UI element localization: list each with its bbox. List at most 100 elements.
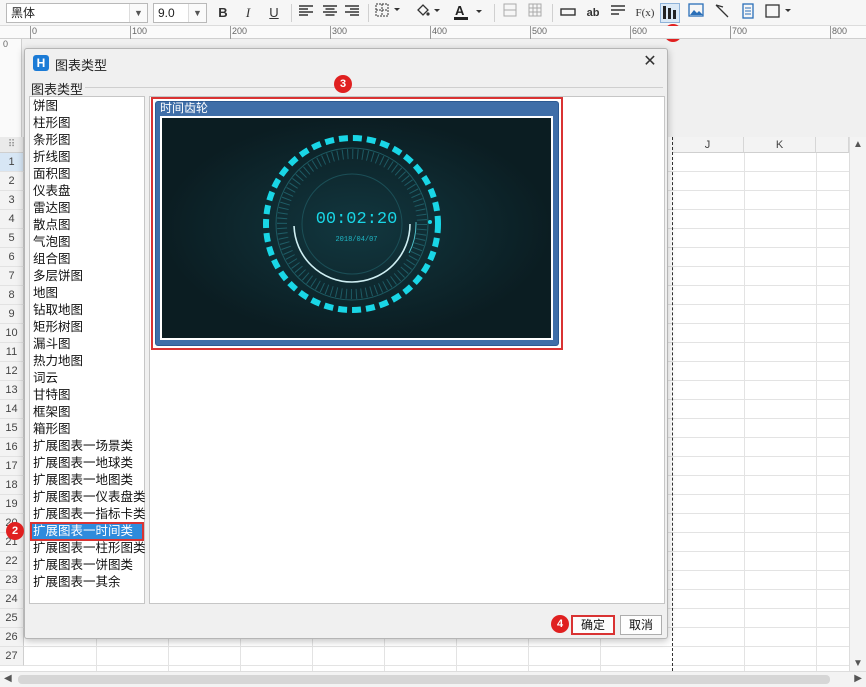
row-header[interactable]: 16 <box>0 438 24 457</box>
row-header[interactable]: 2 <box>0 172 24 191</box>
align-center-icon[interactable] <box>320 3 340 23</box>
scroll-left-icon[interactable]: ◀ <box>4 673 12 684</box>
row-header[interactable]: 15 <box>0 419 24 438</box>
list-item[interactable]: 多层饼图 <box>31 268 143 285</box>
row-header[interactable]: 9 <box>0 305 24 324</box>
merge-cells-icon[interactable] <box>500 3 520 23</box>
column-header-j[interactable]: J <box>672 137 744 153</box>
row-header[interactable]: 7 <box>0 267 24 286</box>
list-item[interactable]: 柱形图 <box>31 115 143 132</box>
row-header[interactable]: 18 <box>0 476 24 495</box>
grid-line <box>816 153 817 671</box>
font-color-icon[interactable]: A <box>452 3 486 23</box>
font-size-select[interactable]: 9.0 ▼ <box>153 3 207 23</box>
row-header[interactable]: 23 <box>0 571 24 590</box>
bold-button[interactable]: B <box>213 3 233 23</box>
list-item[interactable]: 雷达图 <box>31 200 143 217</box>
align-right-icon[interactable] <box>342 3 362 23</box>
ruler-tick <box>630 26 631 39</box>
row-header[interactable]: 19 <box>0 495 24 514</box>
row-header[interactable]: 27 <box>0 647 24 666</box>
formula-button[interactable]: F(x) <box>633 3 657 23</box>
row-header[interactable]: 13 <box>0 381 24 400</box>
text-style-button[interactable]: ab <box>583 3 603 23</box>
row-header[interactable]: 6 <box>0 248 24 267</box>
align-left-icon[interactable] <box>296 3 316 23</box>
row-header[interactable]: 11 <box>0 343 24 362</box>
ruler-tick <box>730 26 731 39</box>
list-item[interactable]: 地图 <box>31 285 143 302</box>
slash-line-icon[interactable] <box>712 3 732 23</box>
insert-subreport-icon[interactable] <box>738 3 758 23</box>
list-item[interactable]: 气泡图 <box>31 234 143 251</box>
italic-button[interactable]: I <box>238 3 258 23</box>
list-item[interactable]: 扩展图表一场景类 <box>31 438 143 455</box>
list-item[interactable]: 仪表盘 <box>31 183 143 200</box>
list-item-selected[interactable]: 扩展图表一时间类 <box>30 522 144 541</box>
list-item[interactable]: 扩展图表一指标卡类 <box>31 506 146 523</box>
list-item[interactable]: 热力地图 <box>31 353 143 370</box>
list-item[interactable]: 箱形图 <box>31 421 143 438</box>
scroll-thumb[interactable] <box>18 675 830 684</box>
row-header[interactable]: 5 <box>0 229 24 248</box>
list-item[interactable]: 矩形树图 <box>31 319 143 336</box>
list-item[interactable]: 甘特图 <box>31 387 143 404</box>
row-header[interactable]: 3 <box>0 191 24 210</box>
row-header[interactable]: 4 <box>0 210 24 229</box>
row-header[interactable]: 17 <box>0 457 24 476</box>
list-item[interactable]: 条形图 <box>31 132 143 149</box>
border-icon[interactable] <box>374 3 404 23</box>
bar-chart-icon <box>663 6 676 19</box>
paragraph-icon[interactable] <box>608 3 628 23</box>
scroll-down-icon[interactable]: ▼ <box>853 658 863 669</box>
list-item[interactable]: 扩展图表一地球类 <box>31 455 143 472</box>
font-family-select[interactable]: 黑体 ▼ <box>6 3 148 23</box>
list-item[interactable]: 面积图 <box>31 166 143 183</box>
row-header[interactable]: 8 <box>0 286 24 305</box>
list-item[interactable]: 扩展图表一仪表盘类 <box>31 489 146 506</box>
insert-chart-button[interactable] <box>660 3 680 23</box>
scroll-up-icon[interactable]: ▲ <box>853 139 863 150</box>
row-header[interactable]: 26 <box>0 628 24 647</box>
insert-image-icon[interactable] <box>686 3 706 23</box>
select-all-corner[interactable]: ⠿ <box>0 137 24 153</box>
ruler-tick <box>430 26 431 39</box>
underline-button[interactable]: U <box>264 3 284 23</box>
row-header[interactable]: 1 <box>0 153 24 172</box>
list-item[interactable]: 扩展图表一柱形图类 <box>31 540 146 557</box>
row-header[interactable]: 12 <box>0 362 24 381</box>
row-header[interactable]: 14 <box>0 400 24 419</box>
list-item[interactable]: 扩展图表一地图类 <box>31 472 143 489</box>
row-header[interactable]: 24 <box>0 590 24 609</box>
chart-thumbnail-time-gear[interactable]: 时间齿轮 00:02:20 2018/04/07 <box>155 101 559 346</box>
vertical-scrollbar[interactable]: ▲ ▼ <box>849 137 866 671</box>
column-header[interactable] <box>816 137 849 153</box>
list-item[interactable]: 折线图 <box>31 149 143 166</box>
cancel-button[interactable]: 取消 <box>620 615 662 635</box>
ruler-label: 500 <box>532 26 548 36</box>
list-item[interactable]: 钻取地图 <box>31 302 143 319</box>
list-item[interactable]: 散点图 <box>31 217 143 234</box>
row-header[interactable]: 25 <box>0 609 24 628</box>
toolbar-divider <box>368 4 369 22</box>
toolbar-divider <box>552 4 553 22</box>
ok-button[interactable]: 确定 <box>571 615 615 635</box>
list-item[interactable]: 框架图 <box>31 404 143 421</box>
chart-type-list[interactable]: 饼图 柱形图 条形图 折线图 面积图 仪表盘 雷达图 散点图 气泡图 组合图 多层饼图 地图 钻取地图矩… <box>29 96 146 604</box>
float-element-icon[interactable] <box>763 3 795 23</box>
column-header-k[interactable]: K <box>744 137 816 153</box>
list-item[interactable]: 扩展图表一其余 <box>31 574 143 591</box>
row-header[interactable]: 22 <box>0 552 24 571</box>
list-item[interactable]: 漏斗图 <box>31 336 143 353</box>
list-item[interactable]: 扩展图表一饼图类 <box>31 557 143 574</box>
text-field-icon[interactable] <box>558 3 578 23</box>
list-item[interactable]: 饼图 <box>31 98 143 115</box>
close-icon[interactable]: ✕ <box>639 51 661 73</box>
row-header[interactable]: 10 <box>0 324 24 343</box>
list-item[interactable]: 词云 <box>31 370 143 387</box>
scroll-right-icon[interactable]: ▶ <box>854 673 862 684</box>
list-item[interactable]: 组合图 <box>31 251 143 268</box>
fill-color-icon[interactable] <box>414 3 444 23</box>
horizontal-scrollbar[interactable]: ◀ ▶ <box>0 671 866 687</box>
split-cells-icon[interactable] <box>525 3 545 23</box>
